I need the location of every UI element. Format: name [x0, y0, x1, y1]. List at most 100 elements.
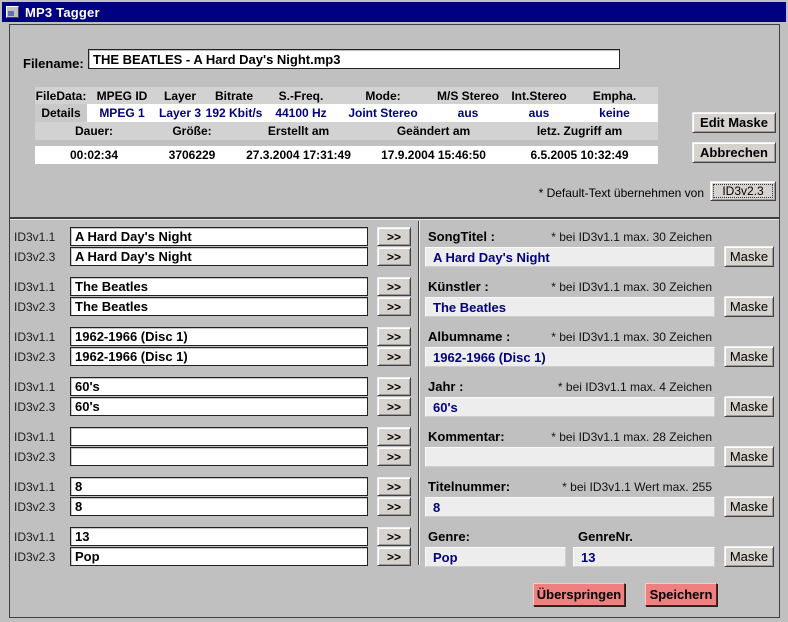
- tag-group-genre: ID3v1.1 >> ID3v2.3 >> Genre: GenreNr. Po…: [0, 522, 788, 572]
- id3v11-label: ID3v1.1: [14, 430, 55, 444]
- song-title-v2-copy-button[interactable]: >>: [377, 247, 411, 266]
- tag-group-comment: ID3v1.1 >> ID3v2.3 >> Kommentar: * bei I…: [0, 422, 788, 472]
- tag-group-track-number: ID3v1.1 >> ID3v2.3 >> Titelnummer: * bei…: [0, 472, 788, 522]
- track-number-maske-button[interactable]: Maske: [724, 496, 774, 517]
- col-dauer: Dauer:: [35, 124, 153, 138]
- artist-v2-copy-button[interactable]: >>: [377, 297, 411, 316]
- genre-nr-value-field[interactable]: 13: [573, 547, 715, 567]
- timestamps-header-row: Dauer: Größe: Erstellt am Geändert am le…: [35, 122, 658, 140]
- track-number-v1-input[interactable]: [70, 477, 368, 496]
- app-icon: [6, 6, 19, 18]
- genre-v1-input[interactable]: [70, 527, 368, 546]
- default-source-id3v23-button[interactable]: ID3v2.3: [710, 181, 776, 201]
- song-title-v2-input[interactable]: [70, 247, 368, 266]
- album-maske-button[interactable]: Maske: [724, 346, 774, 367]
- value-letz-zugriff: 6.5.2005 10:32:49: [501, 148, 658, 162]
- comment-value-field[interactable]: [425, 447, 715, 467]
- genre-maske-button[interactable]: Maske: [724, 546, 774, 567]
- song-title-v1-input[interactable]: [70, 227, 368, 246]
- col-bitrate: Bitrate: [203, 89, 265, 103]
- value-geaendert: 17.9.2004 15:46:50: [366, 148, 501, 162]
- filename-label: Filename:: [23, 56, 84, 71]
- album-v2-input[interactable]: [70, 347, 368, 366]
- year-v1-copy-button[interactable]: >>: [377, 377, 411, 396]
- year-value-field[interactable]: 60's: [425, 397, 715, 417]
- track-number-v2-copy-button[interactable]: >>: [377, 497, 411, 516]
- year-maske-button[interactable]: Maske: [724, 396, 774, 417]
- col-int-stereo: Int.Stereo: [507, 89, 571, 103]
- track-number-v2-input[interactable]: [70, 497, 368, 516]
- tag-group-song-title: ID3v1.1 >> ID3v2.3 >> SongTitel : * bei …: [0, 222, 788, 272]
- id3v23-label: ID3v2.3: [14, 350, 55, 364]
- id3v23-label: ID3v2.3: [14, 250, 55, 264]
- abbrechen-button[interactable]: Abbrechen: [692, 142, 776, 163]
- value-sfreq: 44100 Hz: [265, 106, 337, 120]
- album-v1-input[interactable]: [70, 327, 368, 346]
- window-title: MP3 Tagger: [25, 5, 100, 20]
- col-sfreq: S.-Freq.: [265, 89, 337, 103]
- id3v11-label: ID3v1.1: [14, 230, 55, 244]
- album-note: * bei ID3v1.1 max. 30 Zeichen: [551, 330, 712, 344]
- value-ms-stereo: aus: [429, 106, 507, 120]
- value-mode: Joint Stereo: [337, 106, 429, 120]
- filedata-header-row: FileData: MPEG ID Layer Bitrate S.-Freq.…: [35, 87, 658, 104]
- song-title-note: * bei ID3v1.1 max. 30 Zeichen: [551, 230, 712, 244]
- value-bitrate: 192 Kbit/s: [203, 106, 265, 120]
- song-title-value-field[interactable]: A Hard Day's Night: [425, 247, 715, 267]
- artist-v1-input[interactable]: [70, 277, 368, 296]
- genre-label: Genre:: [428, 529, 470, 544]
- artist-maske-button[interactable]: Maske: [724, 296, 774, 317]
- year-v2-input[interactable]: [70, 397, 368, 416]
- filename-input[interactable]: [88, 49, 620, 69]
- col-mode: Mode:: [337, 89, 429, 103]
- mp3-tagger-window: MP3 Tagger Filename: FileData: MPEG ID L…: [0, 0, 788, 622]
- song-title-v1-copy-button[interactable]: >>: [377, 227, 411, 246]
- details-label: Details: [35, 104, 87, 122]
- artist-note: * bei ID3v1.1 max. 30 Zeichen: [551, 280, 712, 294]
- value-erstellt: 27.3.2004 17:31:49: [231, 148, 366, 162]
- song-title-maske-button[interactable]: Maske: [724, 246, 774, 267]
- col-layer: Layer: [157, 89, 203, 103]
- filedata-label: FileData:: [35, 89, 87, 103]
- album-v1-copy-button[interactable]: >>: [377, 327, 411, 346]
- value-mpeg-id: MPEG 1: [87, 106, 157, 120]
- album-v2-copy-button[interactable]: >>: [377, 347, 411, 366]
- id3v23-label: ID3v2.3: [14, 550, 55, 564]
- comment-maske-button[interactable]: Maske: [724, 446, 774, 467]
- artist-v2-input[interactable]: [70, 297, 368, 316]
- id3v11-label: ID3v1.1: [14, 280, 55, 294]
- track-number-v1-copy-button[interactable]: >>: [377, 477, 411, 496]
- genre-value-field[interactable]: Pop: [425, 547, 566, 567]
- tag-group-album: ID3v1.1 >> ID3v2.3 >> Albumname : * bei …: [0, 322, 788, 372]
- comment-v1-copy-button[interactable]: >>: [377, 427, 411, 446]
- id3v23-label: ID3v2.3: [14, 450, 55, 464]
- album-label: Albumname :: [428, 329, 510, 344]
- id3v11-label: ID3v1.1: [14, 530, 55, 544]
- speichern-button[interactable]: Speichern: [645, 583, 717, 606]
- ueberspringen-button[interactable]: Überspringen: [533, 583, 625, 606]
- col-mpeg-id: MPEG ID: [87, 89, 157, 103]
- edit-maske-button[interactable]: Edit Maske: [692, 112, 776, 133]
- artist-value-field[interactable]: The Beatles: [425, 297, 715, 317]
- comment-v2-copy-button[interactable]: >>: [377, 447, 411, 466]
- artist-label: Künstler :: [428, 279, 489, 294]
- genre-nr-label: GenreNr.: [578, 529, 633, 544]
- id3v11-label: ID3v1.1: [14, 480, 55, 494]
- genre-v1-copy-button[interactable]: >>: [377, 527, 411, 546]
- genre-v2-input[interactable]: [70, 547, 368, 566]
- genre-v2-copy-button[interactable]: >>: [377, 547, 411, 566]
- default-text-note: * Default-Text übernehmen von: [539, 186, 704, 200]
- year-v2-copy-button[interactable]: >>: [377, 397, 411, 416]
- year-v1-input[interactable]: [70, 377, 368, 396]
- col-empha: Empha.: [571, 89, 658, 103]
- comment-v1-input[interactable]: [70, 427, 368, 446]
- album-value-field[interactable]: 1962-1966 (Disc 1): [425, 347, 715, 367]
- artist-v1-copy-button[interactable]: >>: [377, 277, 411, 296]
- timestamps-values-row: 00:02:34 3706229 27.3.2004 17:31:49 17.9…: [35, 146, 658, 164]
- track-number-value-field[interactable]: 8: [425, 497, 715, 517]
- comment-v2-input[interactable]: [70, 447, 368, 466]
- horizontal-divider: [10, 217, 779, 220]
- value-groesse: 3706229: [153, 148, 231, 162]
- song-title-label: SongTitel :: [428, 229, 495, 244]
- id3v11-label: ID3v1.1: [14, 330, 55, 344]
